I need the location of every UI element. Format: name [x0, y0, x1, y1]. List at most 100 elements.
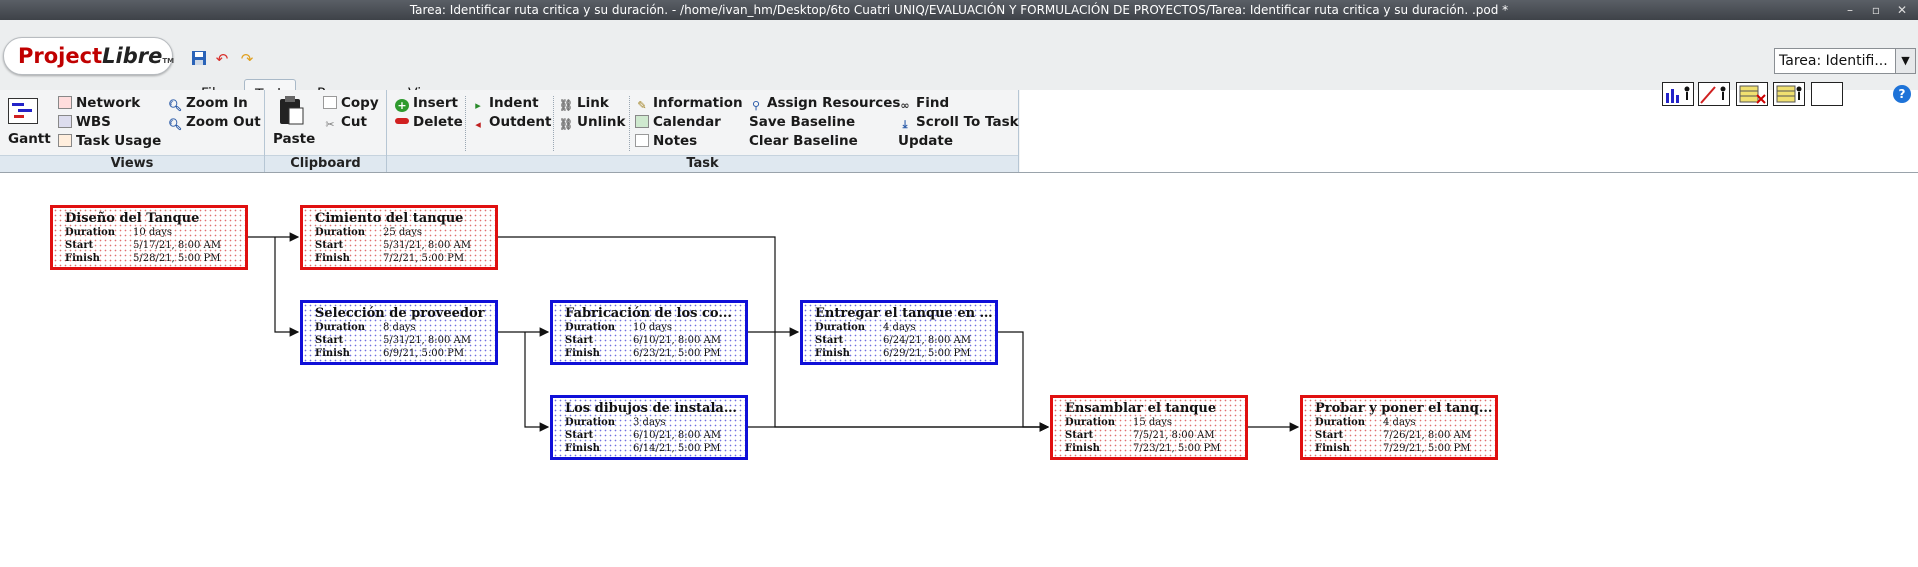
outdent-button[interactable]: ◂ Outdent — [471, 113, 551, 131]
duration-label: Duration — [65, 227, 116, 238]
minimize-icon[interactable]: – — [1836, 0, 1864, 20]
finish-value: 6/29/21, 5:00 PM — [883, 348, 971, 359]
finish-label: Finish — [65, 253, 100, 264]
duration-label: Duration — [315, 322, 366, 333]
update-button[interactable]: Update — [898, 132, 953, 150]
link-1-3 — [274, 237, 300, 337]
finish-label: Finish — [315, 253, 350, 264]
window-title: Tarea: Identificar ruta critica y su dur… — [409, 3, 1509, 17]
project-selector[interactable]: Tarea: Identifi... ▼ — [1774, 48, 1916, 74]
finish-label: Finish — [815, 348, 850, 359]
start-label: Start — [1065, 430, 1094, 441]
close-icon[interactable]: ✕ — [1888, 0, 1916, 20]
finish-label: Finish — [1315, 443, 1350, 454]
finish-value: 6/14/21, 5:00 PM — [633, 443, 721, 454]
task-name: Probar y poner el tanq... — [1315, 401, 1493, 416]
start-value: 7/5/21, 8:00 AM — [1133, 430, 1215, 441]
help-icon[interactable]: ? — [1893, 85, 1911, 103]
task-name: Ensamblar el tanque — [1065, 401, 1217, 416]
task-node[interactable]: Ensamblar el tanque Duration 15 days Start 7… — [1050, 395, 1248, 460]
finish-value: 5/28/21, 5:00 PM — [133, 253, 221, 264]
task-group: + Insert Delete ▸ Indent ◂ Outdent ⛓ Link ⛓ U… — [387, 90, 1019, 172]
task-node[interactable]: Fabricación de los co... Duration 10 days S… — [550, 300, 748, 365]
network-icon — [58, 96, 72, 109]
gantt-button[interactable]: Gantt — [8, 130, 51, 148]
zoom-in-button[interactable]: 🔍︎ Zoom In — [168, 94, 248, 112]
gantt-icon[interactable] — [8, 98, 38, 124]
start-value: 5/31/21, 8:00 AM — [383, 335, 472, 346]
charts-view-icon[interactable] — [1698, 82, 1730, 106]
chevron-down-icon[interactable]: ▼ — [1895, 49, 1915, 73]
duration-value: 3 days — [633, 417, 666, 428]
scroll-to-task-button[interactable]: ⤓ Scroll To Task — [898, 113, 1019, 131]
task-node[interactable]: Entregar el tanque en ... Duration 4 days S… — [800, 300, 998, 365]
notes-button[interactable]: Notes — [635, 132, 697, 150]
save-baseline-button[interactable]: Save Baseline — [749, 113, 855, 131]
wbs-icon — [58, 115, 72, 128]
link-button[interactable]: ⛓ Link — [559, 94, 609, 112]
save-icon[interactable] — [190, 50, 208, 68]
copy-button[interactable]: Copy — [323, 94, 379, 112]
ribbon: Gantt Network WBS Task Usage 🔍︎ Zoom In 🔍… — [0, 90, 1020, 172]
start-value: 7/26/21, 8:00 AM — [1383, 430, 1472, 441]
zoom-in-icon: 🔍︎ — [168, 99, 182, 112]
find-button[interactable]: ∞ Find — [898, 94, 949, 112]
finish-value: 7/23/21, 5:00 PM — [1133, 443, 1221, 454]
cut-button[interactable]: ✂ Cut — [323, 113, 367, 131]
duration-value: 10 days — [633, 322, 673, 333]
task-node[interactable]: Diseño del Tanque Duration 10 days Start 5/1… — [50, 205, 248, 270]
copy-icon — [323, 96, 337, 109]
start-value: 6/24/21, 8:00 AM — [883, 335, 972, 346]
scroll-to-task-icon: ⤓ — [902, 118, 908, 131]
network-diagram[interactable]: Diseño del Tanque Duration 10 days Start 5/1… — [0, 172, 1918, 566]
delete-button[interactable]: Delete — [395, 113, 463, 131]
paste-button[interactable]: Paste — [273, 130, 315, 148]
task-usage-button[interactable]: Task Usage — [58, 132, 161, 150]
wbs-button[interactable]: WBS — [58, 113, 111, 131]
binoculars-icon: ∞ — [900, 99, 910, 112]
undo-icon[interactable]: ↶ — [213, 50, 231, 68]
plus-icon: + — [395, 99, 409, 112]
assign-resources-button[interactable]: ⚲ Assign Resources — [749, 94, 900, 112]
duration-label: Duration — [815, 322, 866, 333]
maximize-icon[interactable]: ▫ — [1862, 0, 1890, 20]
separator — [629, 96, 630, 151]
task-node[interactable]: Cimiento del tanque Duration 25 days Start 5… — [300, 205, 498, 270]
start-label: Start — [565, 335, 594, 346]
start-value: 5/17/21, 8:00 AM — [133, 240, 222, 251]
calendar-icon — [635, 115, 649, 128]
duration-label: Duration — [315, 227, 366, 238]
zoom-out-button[interactable]: 🔍︎ Zoom Out — [168, 113, 261, 131]
finish-label: Finish — [565, 348, 600, 359]
task-group-label: Task — [387, 155, 1018, 172]
task-usage-view-icon[interactable] — [1736, 82, 1768, 106]
unlink-button[interactable]: ⛓ Unlink — [559, 113, 625, 131]
outdent-icon: ◂ — [475, 118, 481, 131]
views-group-label: Views — [0, 155, 264, 172]
redo-icon[interactable]: ↷ — [238, 50, 256, 68]
paste-icon[interactable] — [277, 94, 305, 126]
start-label: Start — [315, 335, 344, 346]
resource-usage-view-icon[interactable] — [1773, 82, 1805, 106]
indent-button[interactable]: ▸ Indent — [471, 94, 538, 112]
task-node[interactable]: Probar y poner el tanq... Duration 4 days S… — [1300, 395, 1498, 460]
task-node[interactable]: Selección de proveedor Duration 8 days Star… — [300, 300, 498, 365]
assign-resources-icon: ⚲ — [751, 99, 761, 112]
projectlibre-logo: ProjectLibreTM — [3, 37, 174, 75]
insert-button[interactable]: + Insert — [395, 94, 458, 112]
dependency-links — [248, 232, 1300, 432]
project-selector-value: Tarea: Identifi... — [1779, 53, 1888, 69]
link-icon: ⛓ — [559, 99, 573, 112]
task-node[interactable]: Los dibujos de instalac... Duration 3 days… — [550, 395, 748, 460]
clear-baseline-button[interactable]: Clear Baseline — [749, 132, 858, 150]
notes-icon — [635, 134, 649, 147]
histogram-view-icon[interactable] — [1662, 82, 1694, 106]
link-5-7 — [998, 331, 1050, 432]
calendar-button[interactable]: Calendar — [635, 113, 721, 131]
minus-icon — [395, 118, 409, 124]
start-label: Start — [565, 430, 594, 441]
no-sub-view-icon[interactable] — [1811, 82, 1843, 106]
network-button[interactable]: Network — [58, 94, 140, 112]
duration-label: Duration — [565, 322, 616, 333]
information-button[interactable]: ✎ Information — [635, 94, 742, 112]
